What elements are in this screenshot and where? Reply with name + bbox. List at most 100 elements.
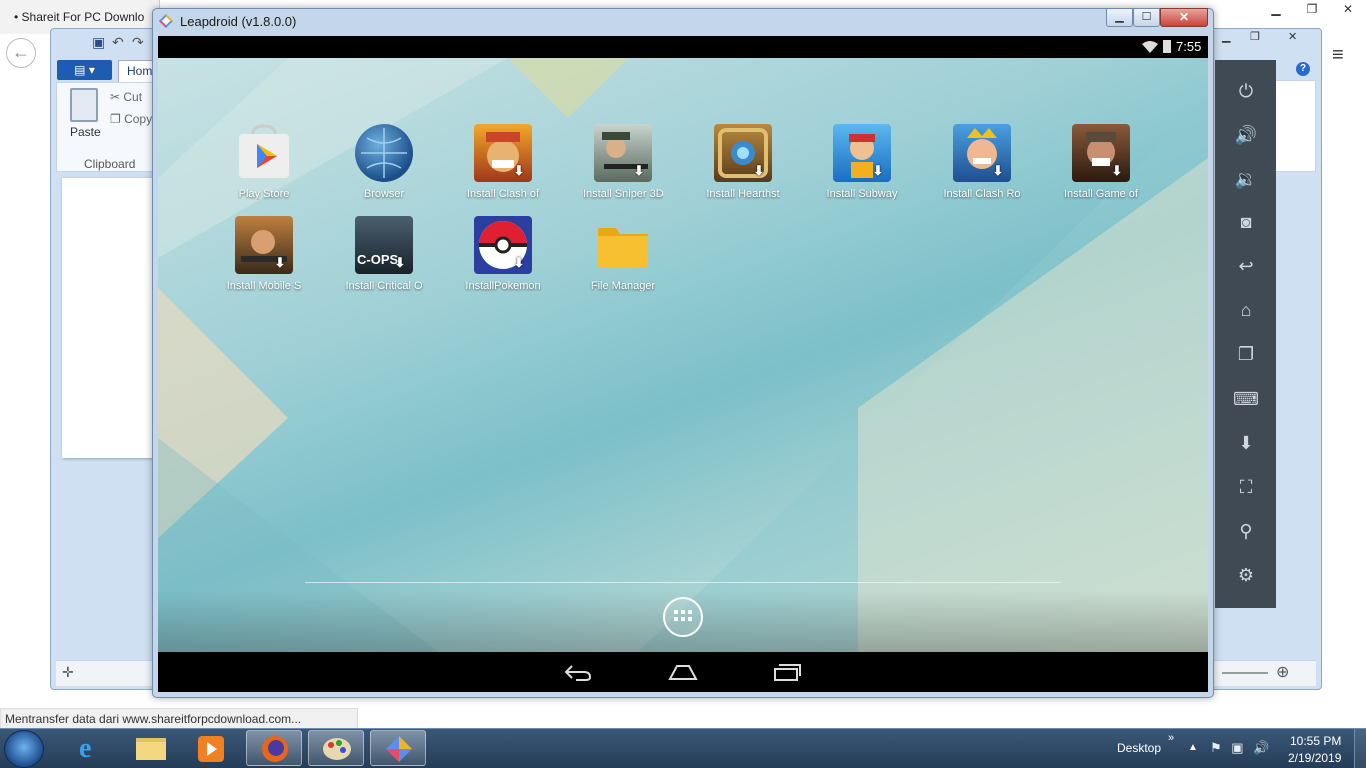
app-install-sniper-3d[interactable]: ⬇ Install Sniper 3D xyxy=(578,124,668,200)
copy-button[interactable]: ❐ Copy xyxy=(110,112,152,126)
battery-icon xyxy=(1163,40,1171,53)
android-home-screen[interactable] xyxy=(158,58,1208,652)
paste-button[interactable]: Paste xyxy=(70,125,101,139)
download-arrow-icon: ⬇ xyxy=(394,255,406,270)
desktop-toolbar-label[interactable]: Desktop xyxy=(1117,741,1161,755)
help-icon[interactable]: ? xyxy=(1296,62,1310,76)
taskbar-clock-time[interactable]: 10:55 PM xyxy=(1290,734,1341,748)
redo-icon[interactable]: ↷ xyxy=(132,34,144,51)
windows-start-icon[interactable] xyxy=(4,730,44,768)
nav-back-icon[interactable] xyxy=(564,662,592,682)
action-center-icon[interactable]: ⚑ xyxy=(1210,740,1222,755)
clipboard-icon[interactable] xyxy=(70,88,98,122)
app-install-pokemon[interactable]: ⬇ InstallPokemon xyxy=(458,216,548,292)
nav-home-icon[interactable] xyxy=(668,662,698,682)
restore-icon[interactable]: ❐ xyxy=(1250,30,1260,43)
save-icon[interactable]: ▣ xyxy=(92,34,105,51)
undo-icon[interactable]: ↶ xyxy=(112,34,124,51)
back-icon[interactable]: ← xyxy=(6,38,36,68)
menu-icon[interactable]: ≡ xyxy=(1332,44,1344,67)
critical-ops-text: C-OPS xyxy=(357,252,399,267)
app-install-critical-ops[interactable]: C-OPS ⬇ Install Critical O xyxy=(339,216,429,292)
recent-apps-icon[interactable]: ❐ xyxy=(1232,340,1260,368)
chevron-right-icon[interactable]: » xyxy=(1168,732,1174,744)
zoom-slider[interactable] xyxy=(1222,672,1268,674)
app-browser[interactable]: Browser xyxy=(339,124,429,200)
leapdroid-logo-icon xyxy=(159,14,173,28)
app-label: Install Mobile S xyxy=(226,280,302,292)
settings-gear-icon[interactable]: ⚙ xyxy=(1232,561,1260,589)
close-icon[interactable]: ✕ xyxy=(1288,30,1297,43)
download-arrow-icon: ⬇ xyxy=(513,163,525,178)
close-icon[interactable]: ✕ xyxy=(1330,0,1366,20)
subway-surfers-icon: ⬇ xyxy=(833,124,891,182)
zoom-in-icon[interactable]: ⊕ xyxy=(1276,662,1289,682)
power-icon[interactable]: ⏻ xyxy=(1232,77,1260,105)
paint-window-controls: ▁ ❐ ✕ xyxy=(1218,30,1318,46)
file-explorer-icon[interactable] xyxy=(124,730,180,766)
app-label: File Manager xyxy=(590,280,656,292)
critical-ops-icon: C-OPS ⬇ xyxy=(355,216,413,274)
app-install-clash-of-clans[interactable]: ⬇ Install Clash of xyxy=(458,124,548,200)
network-icon[interactable]: ▣ xyxy=(1231,740,1243,755)
all-apps-button[interactable] xyxy=(663,597,703,637)
app-label: Install Game of xyxy=(1064,188,1138,200)
wallpaper-shapes xyxy=(158,58,1208,652)
taskbar-clock-date[interactable]: 2/19/2019 xyxy=(1288,751,1341,765)
leapdroid-icon[interactable] xyxy=(370,730,426,766)
firefox-icon[interactable] xyxy=(246,730,302,766)
minimize-icon[interactable]: ▁ xyxy=(1258,0,1294,20)
location-icon[interactable]: ⚲ xyxy=(1232,517,1260,545)
volume-up-icon[interactable]: 🔊 xyxy=(1232,121,1260,149)
restore-icon[interactable]: ❐ xyxy=(1294,0,1330,20)
app-file-manager[interactable]: File Manager xyxy=(578,216,668,292)
back-arrow-icon[interactable]: ↩ xyxy=(1232,252,1260,280)
app-install-subway-surfers[interactable]: ⬇ Install Subway xyxy=(817,124,907,200)
nav-recent-icon[interactable] xyxy=(772,662,802,682)
android-status-bar xyxy=(158,36,1208,58)
clipboard-group-label: Clipboard xyxy=(84,157,136,171)
minimize-icon[interactable]: ▁ xyxy=(1222,30,1230,43)
download-icon[interactable]: ⬇ xyxy=(1232,429,1260,457)
download-arrow-icon: ⬇ xyxy=(753,163,765,178)
pokeball-icon: ⬇ xyxy=(474,216,532,274)
app-install-game-of-war[interactable]: ⬇ Install Game of xyxy=(1056,124,1146,200)
app-play-store[interactable]: Play Store xyxy=(219,124,309,200)
media-player-icon[interactable] xyxy=(184,730,240,766)
svg-text:e: e xyxy=(79,733,91,764)
volume-down-icon[interactable]: 🔉 xyxy=(1232,165,1260,193)
paint-canvas[interactable] xyxy=(62,178,154,458)
keyboard-icon[interactable]: ⌨ xyxy=(1232,385,1260,413)
cut-button[interactable]: ✂ Cut xyxy=(110,90,142,104)
show-hidden-icons[interactable]: ▲ xyxy=(1188,742,1198,753)
app-label: Play Store xyxy=(238,188,290,200)
paint-icon[interactable] xyxy=(308,730,364,766)
show-desktop-button[interactable] xyxy=(1354,729,1366,768)
apps-grid-icon xyxy=(674,610,692,621)
app-install-mobile-strike[interactable]: ⬇ Install Mobile S xyxy=(219,216,309,292)
browser-globe-icon xyxy=(355,124,413,182)
internet-explorer-icon[interactable]: e xyxy=(62,730,118,766)
app-label: Install Clash of xyxy=(466,188,540,200)
download-arrow-icon: ⬇ xyxy=(1111,163,1123,178)
close-button[interactable]: ✕ xyxy=(1160,8,1208,27)
minimize-button[interactable]: ▁ xyxy=(1106,8,1133,27)
app-label: Install Hearthst xyxy=(706,188,780,200)
app-install-hearthstone[interactable]: ⬇ Install Hearthst xyxy=(698,124,788,200)
download-arrow-icon: ⬇ xyxy=(513,255,525,270)
maximize-button[interactable]: ☐ xyxy=(1133,8,1160,27)
hearthstone-icon: ⬇ xyxy=(714,124,772,182)
app-label: InstallPokemon xyxy=(465,280,541,292)
fullscreen-icon[interactable]: ⛶ xyxy=(1232,473,1260,501)
play-store-icon xyxy=(235,124,293,182)
volume-icon[interactable]: 🔊 xyxy=(1253,740,1269,755)
app-label: Install Critical O xyxy=(345,280,423,292)
home-icon[interactable]: ⌂ xyxy=(1232,296,1260,324)
system-tray: ⚑ ▣ 🔊 xyxy=(1210,740,1269,756)
sniper-3d-icon: ⬇ xyxy=(594,124,652,182)
camera-icon[interactable]: ◙ xyxy=(1232,208,1260,236)
browser-status-text: Mentransfer data dari www.shareitforpcdo… xyxy=(0,708,358,730)
leapdroid-titlebar[interactable] xyxy=(152,8,1214,36)
app-install-clash-royale[interactable]: ⬇ Install Clash Ro xyxy=(937,124,1027,200)
file-menu-button[interactable]: ▤ ▾ xyxy=(57,60,112,80)
